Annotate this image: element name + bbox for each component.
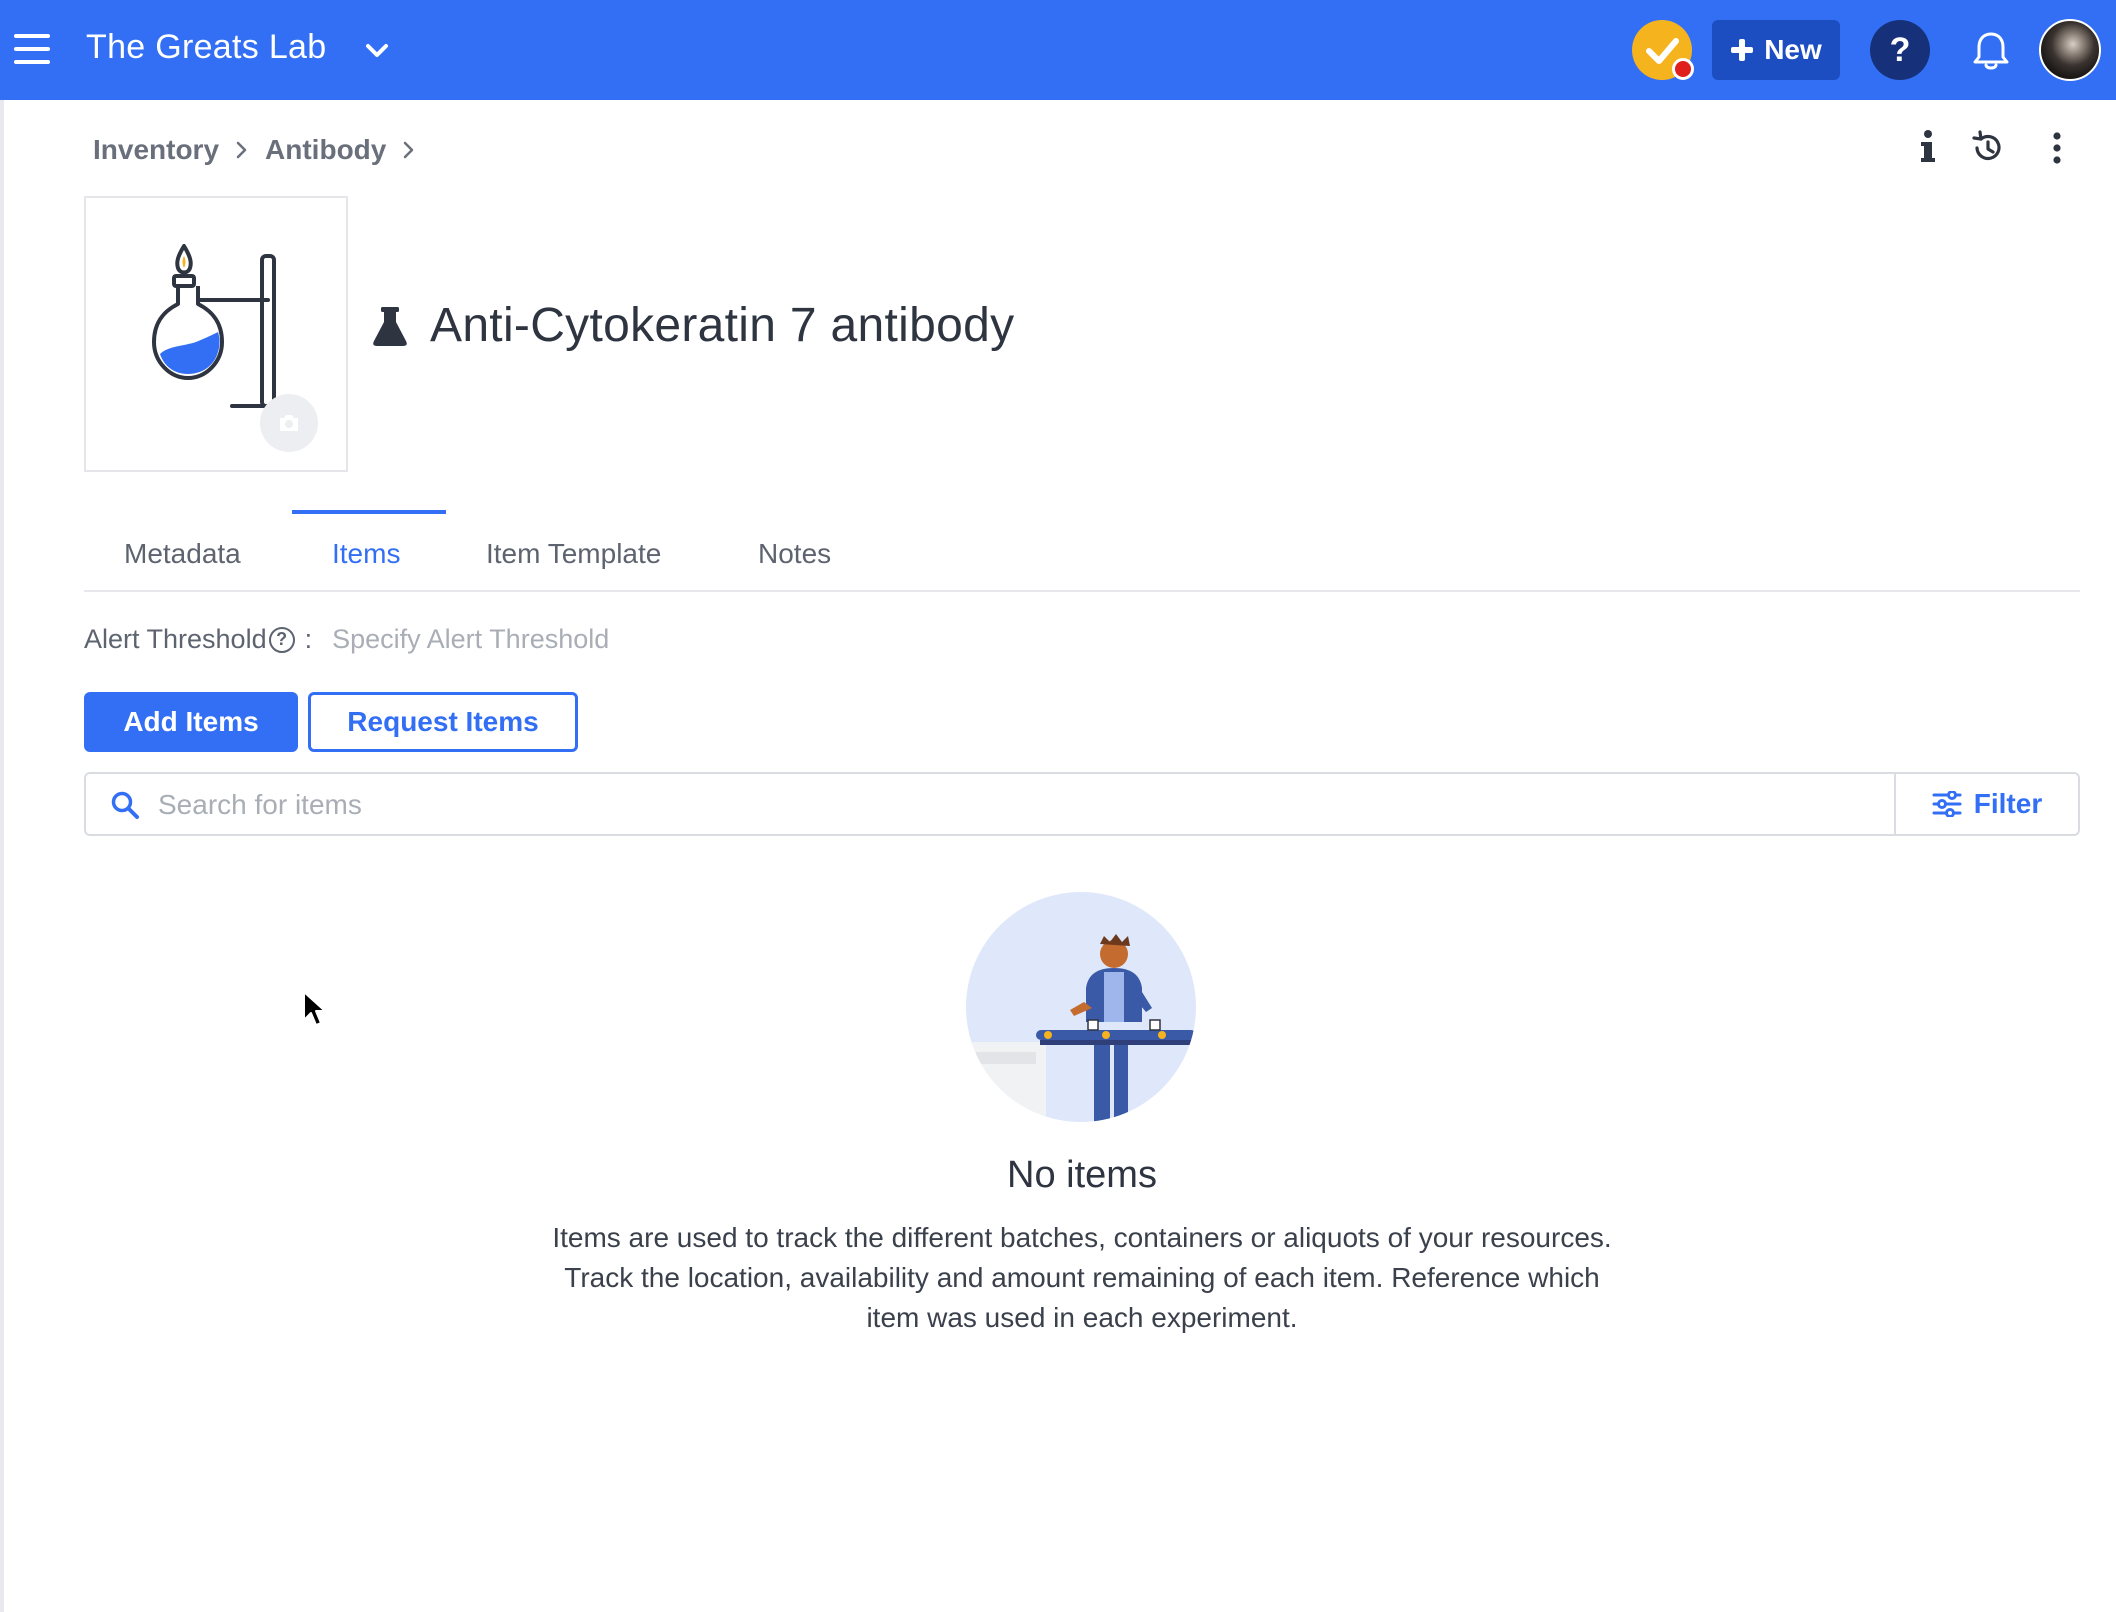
resource-title-row: Anti-Cytokeratin 7 antibody — [372, 298, 1014, 353]
request-items-button[interactable]: Request Items — [308, 692, 578, 752]
resource-image[interactable] — [84, 196, 348, 472]
flask-icon — [373, 306, 407, 346]
new-button[interactable]: New — [1712, 20, 1840, 80]
tab-item-template[interactable]: Item Template — [486, 538, 661, 570]
alert-threshold-row: Alert Threshold ? : Specify Alert Thresh… — [84, 624, 609, 655]
alert-threshold-value[interactable]: Specify Alert Threshold — [332, 624, 609, 655]
user-avatar[interactable] — [2039, 19, 2101, 81]
resource-title: Anti-Cytokeratin 7 antibody — [430, 299, 1015, 352]
alert-threshold-label: Alert Threshold — [84, 624, 267, 654]
tab-bar: Metadata Items Item Template Notes — [84, 510, 2080, 592]
sliders-icon — [1932, 791, 1962, 817]
active-tab-indicator — [292, 510, 446, 514]
question-circle-icon[interactable]: ? — [268, 626, 295, 653]
notification-dot — [1672, 58, 1694, 80]
filter-label: Filter — [1973, 788, 2043, 819]
filter-button[interactable]: Filter — [1894, 774, 2078, 834]
search-icon — [111, 791, 139, 819]
mouse-cursor-icon — [303, 991, 326, 1026]
breadcrumb: Inventory Antibody — [93, 134, 432, 166]
chevron-right-icon — [404, 141, 414, 159]
breadcrumb-antibody[interactable]: Antibody — [265, 134, 386, 166]
tab-metadata[interactable]: Metadata — [124, 538, 241, 570]
add-items-button[interactable]: Add Items — [84, 692, 298, 752]
camera-icon[interactable] — [260, 394, 318, 452]
history-icon[interactable] — [1970, 128, 2004, 168]
top-navigation-bar: The Greats Lab New ? — [0, 0, 2116, 100]
more-vertical-icon[interactable] — [2040, 128, 2074, 168]
empty-state-illustration — [966, 892, 1196, 1122]
chevron-down-icon[interactable] — [360, 34, 394, 68]
tab-items[interactable]: Items — [332, 538, 400, 570]
plus-icon — [1731, 39, 1754, 61]
search-bar: Filter — [84, 772, 2080, 836]
chevron-right-icon — [236, 141, 247, 159]
help-button[interactable]: ? — [1870, 20, 1930, 80]
bell-icon[interactable] — [1971, 30, 2011, 72]
hamburger-menu-icon[interactable] — [14, 34, 50, 64]
workspace-name[interactable]: The Greats Lab — [86, 28, 326, 67]
new-button-label: New — [1764, 34, 1822, 65]
info-icon[interactable] — [1916, 128, 1940, 168]
breadcrumb-inventory[interactable]: Inventory — [93, 134, 219, 166]
empty-state-title: No items — [1007, 1154, 1157, 1196]
lab-flask-illustration-icon — [152, 244, 290, 408]
empty-state-description: Items are used to track the different ba… — [552, 1222, 1612, 1333]
search-input[interactable] — [158, 778, 1858, 832]
tab-notes[interactable]: Notes — [758, 538, 831, 570]
tasks-checkmark-icon[interactable] — [1632, 20, 1694, 80]
left-edge-divider — [0, 100, 4, 1612]
alert-threshold-colon: : — [304, 624, 313, 654]
